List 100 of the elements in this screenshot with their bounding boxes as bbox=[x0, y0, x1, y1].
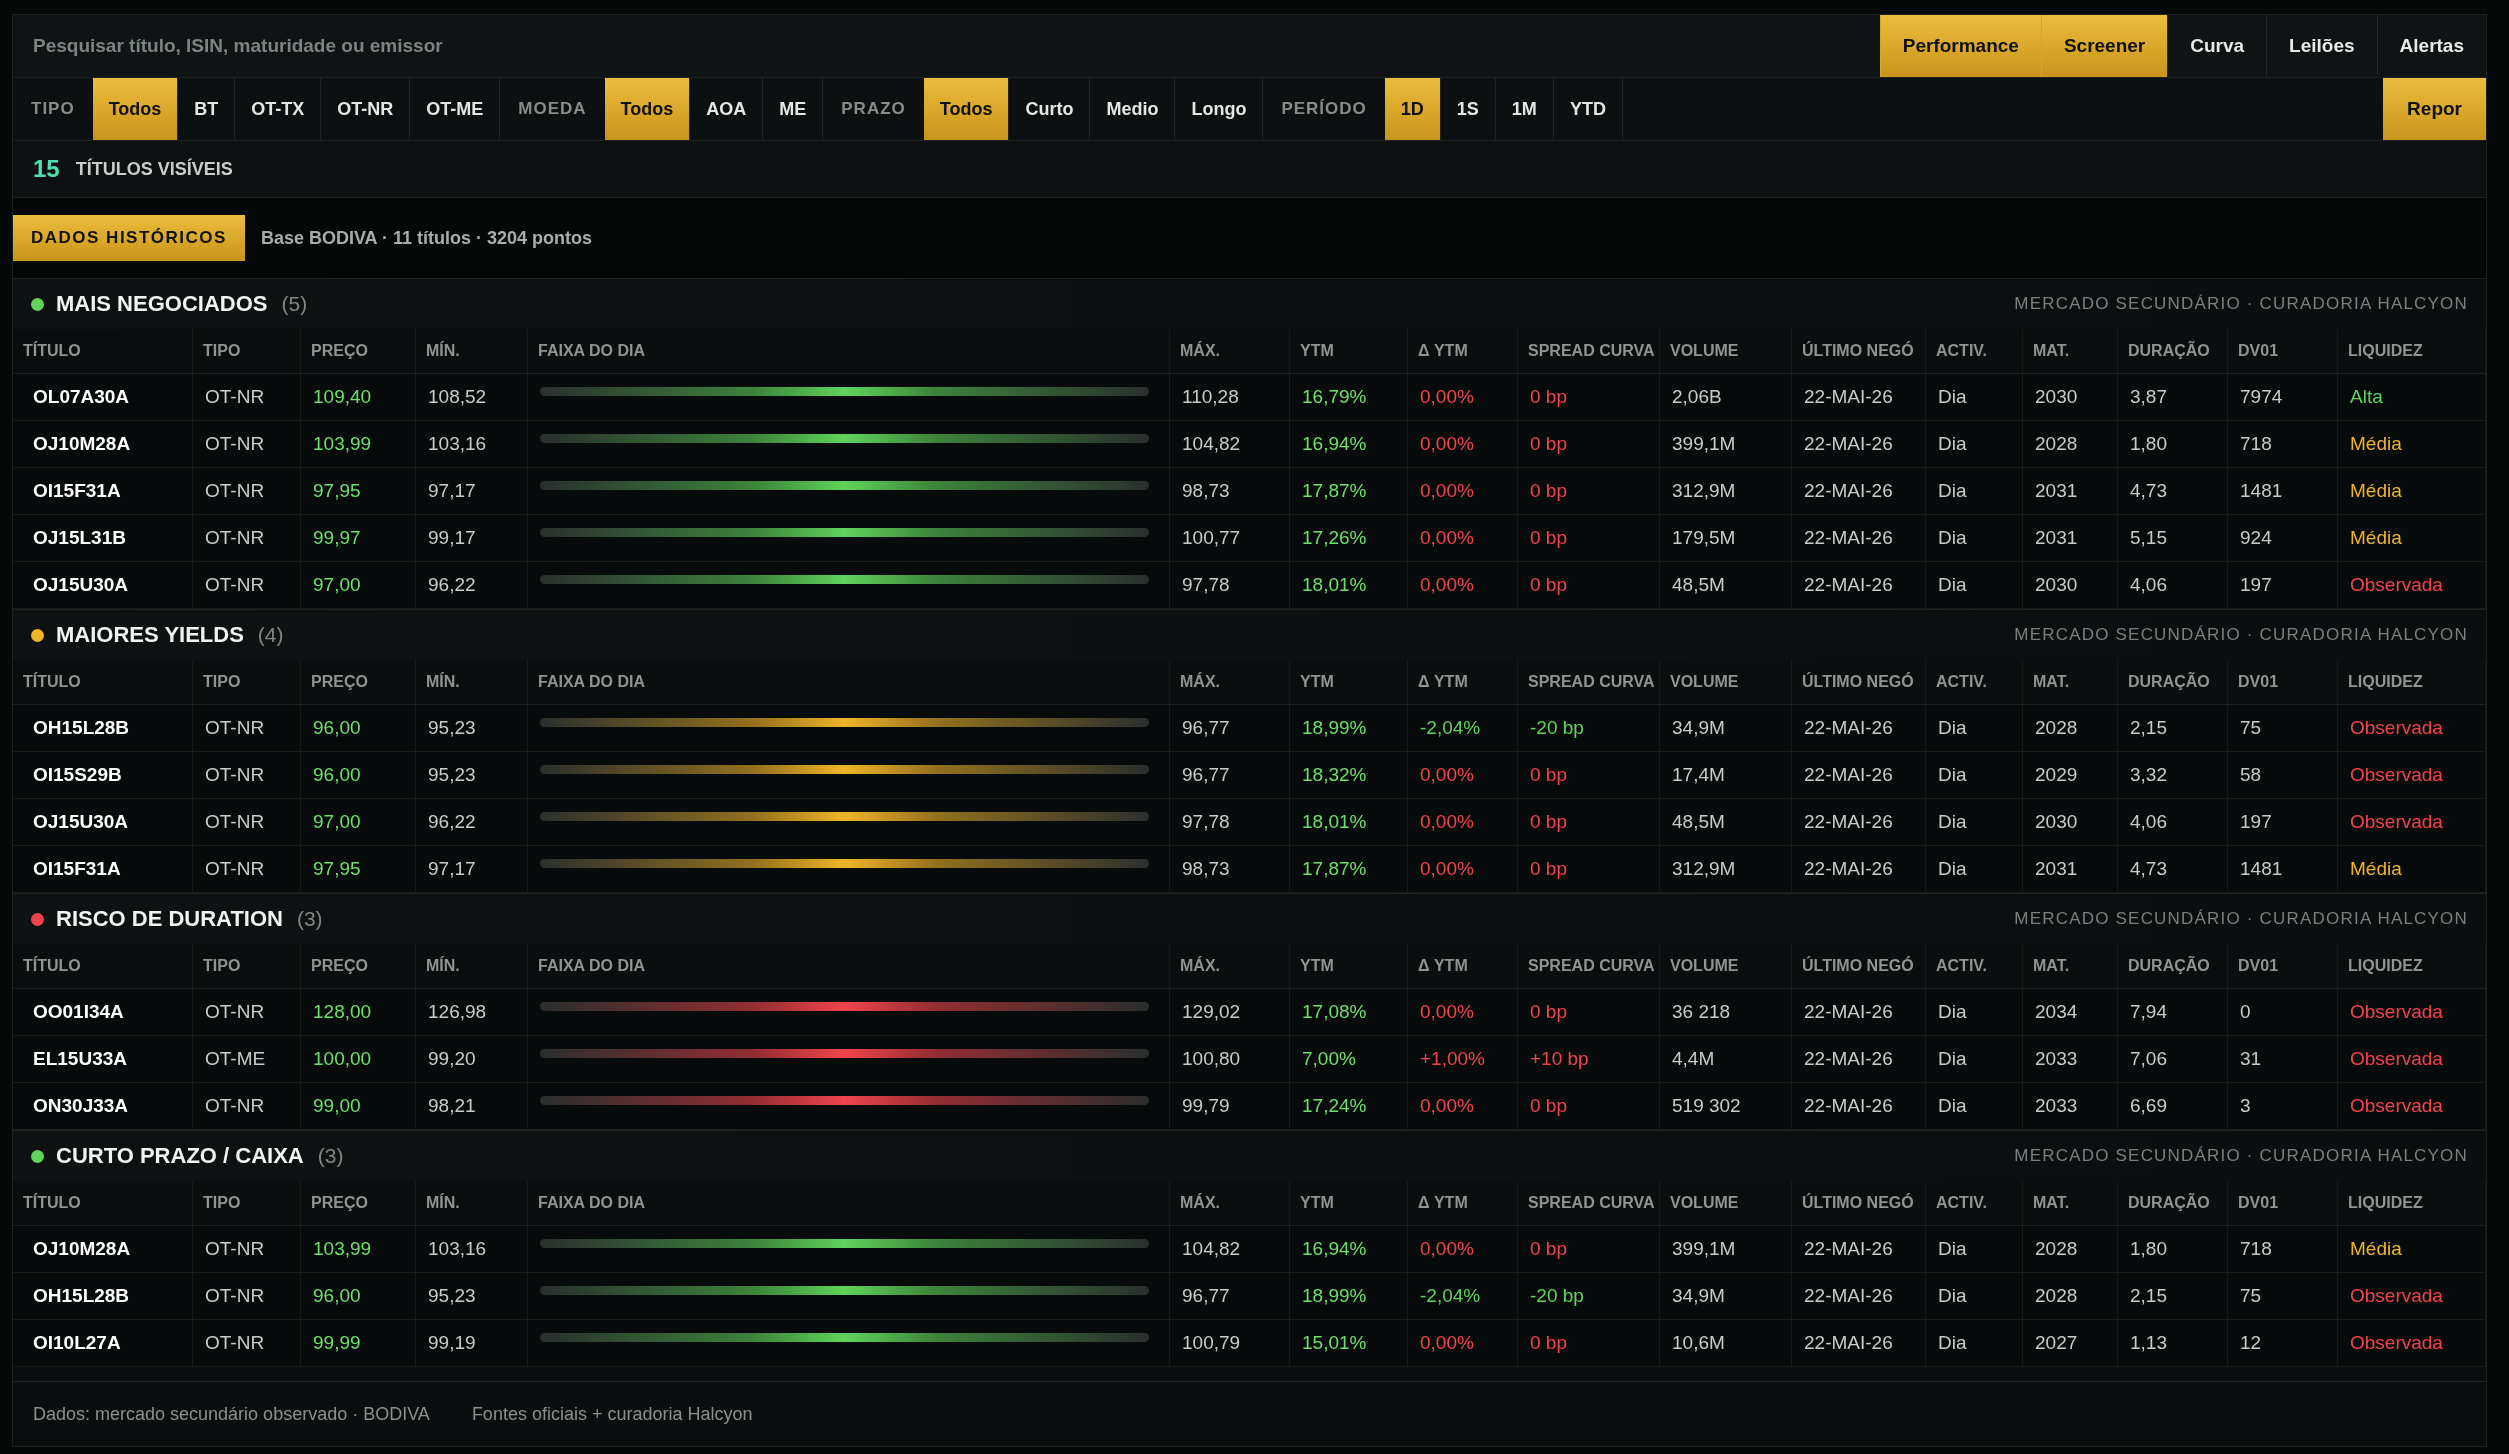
column-header: DV01 bbox=[2228, 329, 2338, 373]
nav-tab[interactable]: Performance bbox=[1879, 15, 2041, 77]
volume-cell: 48,5M bbox=[1660, 799, 1792, 845]
ytm-cell: 7,00% bbox=[1290, 1036, 1408, 1082]
filter-chip[interactable]: Todos bbox=[923, 78, 1010, 140]
maturity-cell: 2030 bbox=[2023, 562, 2118, 608]
volume-cell: 34,9M bbox=[1660, 1273, 1792, 1319]
dv01-cell: 75 bbox=[2228, 705, 2338, 751]
column-header: FAIXA DO DIA bbox=[528, 944, 1170, 988]
spread-cell: 0 bp bbox=[1518, 1226, 1660, 1272]
duration-cell: 2,15 bbox=[2118, 705, 2228, 751]
dv01-cell: 75 bbox=[2228, 1273, 2338, 1319]
ytm-cell: 17,08% bbox=[1290, 989, 1408, 1035]
min-cell: 96,22 bbox=[416, 562, 528, 608]
min-cell: 97,17 bbox=[416, 846, 528, 892]
ytm-change-cell: 0,00% bbox=[1408, 989, 1518, 1035]
liquidity-cell: Média bbox=[2338, 515, 2486, 561]
volume-cell: 519 302 bbox=[1660, 1083, 1792, 1129]
nav-tab[interactable]: Screener bbox=[2040, 15, 2168, 77]
activity-cell: Dia bbox=[1926, 752, 2023, 798]
column-header: PREÇO bbox=[301, 944, 416, 988]
activity-cell: Dia bbox=[1926, 1320, 2023, 1366]
ytm-change-cell: 0,00% bbox=[1408, 562, 1518, 608]
filter-chip[interactable]: Longo bbox=[1175, 78, 1264, 140]
last-trade-cell: 22-MAI-26 bbox=[1792, 1083, 1926, 1129]
liquidity-cell: Observada bbox=[2338, 1320, 2486, 1366]
bond-code-cell: OL07A30A bbox=[13, 374, 193, 420]
filter-chip[interactable]: 1S bbox=[1440, 78, 1496, 140]
maturity-cell: 2031 bbox=[2023, 515, 2118, 561]
dv01-cell: 197 bbox=[2228, 562, 2338, 608]
last-trade-cell: 22-MAI-26 bbox=[1792, 374, 1926, 420]
maturity-cell: 2033 bbox=[2023, 1083, 2118, 1129]
ytm-cell: 17,26% bbox=[1290, 515, 1408, 561]
min-cell: 97,17 bbox=[416, 468, 528, 514]
filter-chip[interactable]: Todos bbox=[604, 78, 691, 140]
column-header: SPREAD CURVA bbox=[1518, 660, 1660, 704]
search-field[interactable]: Pesquisar título, ISIN, maturidade ou emissor bbox=[13, 15, 1880, 77]
column-header: TIPO bbox=[193, 329, 301, 373]
column-header: MAT. bbox=[2023, 1181, 2118, 1225]
ytm-change-cell: 0,00% bbox=[1408, 1226, 1518, 1272]
duration-cell: 4,73 bbox=[2118, 846, 2228, 892]
historical-data-summary: Base BODIVA · 11 títulos · 3204 pontos bbox=[260, 227, 592, 249]
nav-tab[interactable]: Curva bbox=[2167, 15, 2267, 77]
filter-chip[interactable]: Curto bbox=[1009, 78, 1091, 140]
filter-chip[interactable]: ME bbox=[763, 78, 824, 140]
section-count: (3) bbox=[296, 907, 323, 931]
filter-chip[interactable]: OT-ME bbox=[410, 78, 501, 140]
dv01-cell: 12 bbox=[2228, 1320, 2338, 1366]
nav-tab[interactable]: Leilões bbox=[2266, 15, 2377, 77]
filter-chip[interactable]: BT bbox=[178, 78, 236, 140]
liquidity-cell: Observada bbox=[2338, 1083, 2486, 1129]
filter-chip[interactable]: 1M bbox=[1495, 78, 1554, 140]
type-cell: OT-NR bbox=[193, 421, 301, 467]
duration-cell: 3,32 bbox=[2118, 752, 2228, 798]
volume-cell: 17,4M bbox=[1660, 752, 1792, 798]
column-header: TÍTULO bbox=[13, 660, 193, 704]
ytm-change-cell: -2,04% bbox=[1408, 1273, 1518, 1319]
last-trade-cell: 22-MAI-26 bbox=[1792, 515, 1926, 561]
filter-chip[interactable]: Medio bbox=[1090, 78, 1176, 140]
spread-cell: 0 bp bbox=[1518, 989, 1660, 1035]
max-cell: 96,77 bbox=[1170, 705, 1290, 751]
volume-cell: 4,4M bbox=[1660, 1036, 1792, 1082]
min-cell: 99,17 bbox=[416, 515, 528, 561]
last-trade-cell: 22-MAI-26 bbox=[1792, 752, 1926, 798]
section-source-note: MERCADO SECUNDÁRIO · CURADORIA HALCYON bbox=[2014, 1146, 2468, 1166]
bond-code-cell: OI15F31A bbox=[13, 468, 193, 514]
column-header: PREÇO bbox=[301, 660, 416, 704]
volume-cell: 2,06B bbox=[1660, 374, 1792, 420]
filter-chip[interactable]: OT-TX bbox=[235, 78, 322, 140]
filter-chip[interactable]: Todos bbox=[92, 78, 179, 140]
filter-chip[interactable]: 1D bbox=[1384, 78, 1441, 140]
type-cell: OT-ME bbox=[193, 1036, 301, 1082]
column-header: ACTIV. bbox=[1926, 944, 2023, 988]
filter-label: PRAZO bbox=[840, 98, 907, 120]
min-cell: 103,16 bbox=[416, 1226, 528, 1272]
column-header: MÍN. bbox=[416, 329, 528, 373]
filter-chip[interactable]: YTD bbox=[1553, 78, 1623, 140]
column-header: Δ YTM bbox=[1408, 660, 1518, 704]
price-cell: 97,95 bbox=[301, 468, 416, 514]
type-cell: OT-NR bbox=[193, 1083, 301, 1129]
filter-chip[interactable]: OT-NR bbox=[321, 78, 411, 140]
column-header: FAIXA DO DIA bbox=[528, 1181, 1170, 1225]
duration-cell: 7,94 bbox=[2118, 989, 2228, 1035]
ytm-change-cell: 0,00% bbox=[1408, 1320, 1518, 1366]
spread-cell: 0 bp bbox=[1518, 374, 1660, 420]
ytm-change-cell: 0,00% bbox=[1408, 1083, 1518, 1129]
spread-cell: 0 bp bbox=[1518, 468, 1660, 514]
price-cell: 109,40 bbox=[301, 374, 416, 420]
column-header: ÚLTIMO NEGÓ bbox=[1792, 1181, 1926, 1225]
bond-code-cell: OJ15U30A bbox=[13, 562, 193, 608]
reset-button[interactable]: Repor bbox=[2383, 78, 2486, 140]
column-header: SPREAD CURVA bbox=[1518, 1181, 1660, 1225]
filter-chip[interactable]: AOA bbox=[690, 78, 764, 140]
section-title: RISCO DE DURATION bbox=[56, 906, 283, 932]
column-header: MÁX. bbox=[1170, 944, 1290, 988]
price-cell: 97,00 bbox=[301, 562, 416, 608]
spread-cell: +10 bp bbox=[1518, 1036, 1660, 1082]
section-source-note: MERCADO SECUNDÁRIO · CURADORIA HALCYON bbox=[2014, 294, 2468, 314]
type-cell: OT-NR bbox=[193, 468, 301, 514]
nav-tab[interactable]: Alertas bbox=[2376, 15, 2486, 77]
